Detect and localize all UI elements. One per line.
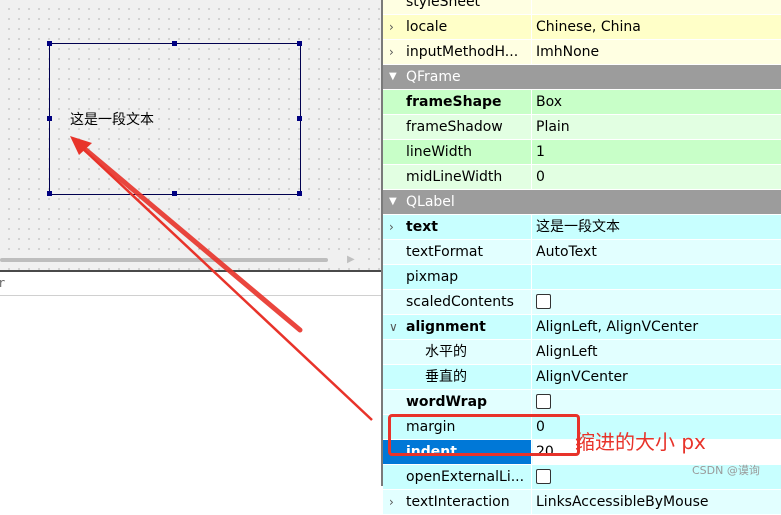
property-row[interactable]: pixmap — [383, 265, 781, 290]
resize-handle-tr[interactable] — [297, 41, 302, 46]
property-row[interactable]: wordWrap — [383, 390, 781, 415]
property-value[interactable] — [533, 290, 781, 314]
checkbox[interactable] — [536, 468, 551, 484]
property-row[interactable]: styleSheet — [383, 0, 781, 15]
property-value[interactable] — [533, 265, 781, 289]
property-row[interactable]: ∨ alignment AlignLeft, AlignVCenter — [383, 315, 781, 340]
watermark: CSDN @谟询 — [692, 464, 760, 477]
form-canvas[interactable]: 这是一段文本 ▶ — [0, 0, 382, 270]
property-value[interactable]: AlignLeft, AlignVCenter — [533, 315, 781, 339]
property-name: 垂直的 — [383, 365, 532, 389]
property-row[interactable]: › textInteraction LinksAccessibleByMouse — [383, 490, 781, 515]
checkbox[interactable] — [536, 393, 551, 409]
resize-handle-bl[interactable] — [47, 191, 52, 196]
property-value[interactable]: AutoText — [533, 240, 781, 264]
resize-handle-tl[interactable] — [47, 41, 52, 46]
property-row[interactable]: › text 这是一段文本 — [383, 215, 781, 240]
annotation-text: 缩进的大小 px — [575, 430, 706, 454]
property-row[interactable]: frameShadow Plain — [383, 115, 781, 140]
resize-handle-mr[interactable] — [297, 116, 302, 121]
horizontal-scrollbar[interactable]: ▶ — [0, 253, 360, 267]
property-name: textInteraction — [383, 490, 532, 514]
property-value[interactable]: AlignLeft — [533, 340, 781, 364]
filter-text: r — [0, 276, 6, 290]
resize-handle-bm[interactable] — [172, 191, 177, 196]
property-name: textFormat — [383, 240, 532, 264]
property-name: frameShape — [383, 90, 532, 114]
object-list-area[interactable] — [0, 296, 382, 486]
scrollbar-thumb[interactable] — [0, 258, 328, 262]
filter-input[interactable]: r — [0, 274, 381, 296]
property-group-header[interactable]: ▼ QFrame — [383, 65, 781, 90]
property-name: text — [383, 215, 532, 239]
property-value[interactable]: AlignVCenter — [533, 365, 781, 389]
property-value[interactable]: 这是一段文本 — [533, 215, 781, 239]
property-name: midLineWidth — [383, 165, 532, 189]
property-name: pixmap — [383, 265, 532, 289]
checkbox[interactable] — [536, 293, 551, 309]
property-row[interactable]: lineWidth 1 — [383, 140, 781, 165]
property-name: openExternalLi... — [383, 465, 532, 489]
property-row[interactable]: 垂直的 AlignVCenter — [383, 365, 781, 390]
property-row[interactable]: › inputMethodH... ImhNone — [383, 40, 781, 65]
group-name: QFrame — [406, 69, 461, 85]
property-name: 水平的 — [383, 340, 532, 364]
scroll-right-arrow-icon[interactable]: ▶ — [347, 254, 355, 265]
property-name: frameShadow — [383, 115, 532, 139]
property-value[interactable]: ImhNone — [533, 40, 781, 64]
resize-handle-br[interactable] — [297, 191, 302, 196]
property-value[interactable]: Plain — [533, 115, 781, 139]
resize-handle-ml[interactable] — [47, 116, 52, 121]
property-row[interactable]: 水平的 AlignLeft — [383, 340, 781, 365]
property-row[interactable]: frameShape Box — [383, 90, 781, 115]
property-name: inputMethodH... — [383, 40, 532, 64]
resize-handle-tm[interactable] — [172, 41, 177, 46]
property-value[interactable]: 1 — [533, 140, 781, 164]
panel-separator — [0, 270, 382, 272]
property-row[interactable]: scaledContents — [383, 290, 781, 315]
property-group-header[interactable]: ▼ QLabel — [383, 190, 781, 215]
property-row[interactable]: textFormat AutoText — [383, 240, 781, 265]
property-name: locale — [383, 15, 532, 39]
property-name: alignment — [383, 315, 532, 339]
property-name: styleSheet — [383, 0, 532, 14]
property-value[interactable]: 0 — [533, 165, 781, 189]
property-value[interactable]: LinksAccessibleByMouse — [533, 490, 781, 514]
property-name: scaledContents — [383, 290, 532, 314]
highlight-box — [388, 414, 580, 456]
property-row[interactable]: › locale Chinese, China — [383, 15, 781, 40]
property-row[interactable]: midLineWidth 0 — [383, 165, 781, 190]
label-text: 这是一段文本 — [70, 112, 154, 128]
property-value[interactable]: Chinese, China — [533, 15, 781, 39]
property-value[interactable]: Box — [533, 90, 781, 114]
property-name: wordWrap — [383, 390, 532, 414]
property-value[interactable] — [533, 0, 781, 14]
property-name: lineWidth — [383, 140, 532, 164]
group-name: QLabel — [406, 194, 455, 210]
property-value[interactable] — [533, 390, 781, 414]
